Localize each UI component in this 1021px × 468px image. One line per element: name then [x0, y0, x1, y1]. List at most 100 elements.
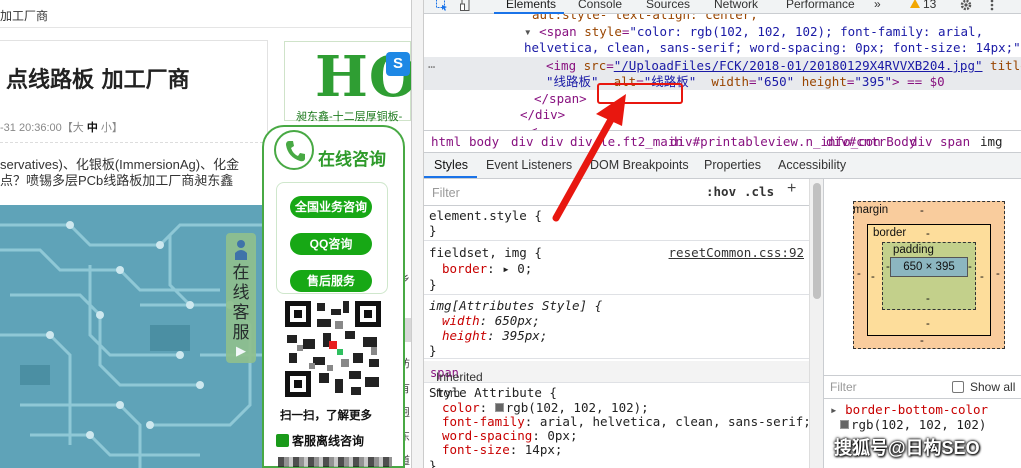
rule-selector: Style Attribute {: [429, 385, 557, 400]
crumb-div[interactable]: div: [541, 134, 564, 149]
ad-caption[interactable]: 昶东鑫-十二层厚铜板-: [296, 108, 402, 124]
device-toolbar-icon[interactable]: [460, 0, 472, 11]
devtools-tab-bar: Elements Console Sources Network Perform…: [424, 0, 1021, 14]
online-consult-panel: 在线咨询 全国业务咨询 QQ咨询 售后服务 扫一扫，了解更多 客服离线咨询: [262, 125, 405, 468]
computed-filter-input[interactable]: Filter: [830, 380, 857, 394]
crumb-div-cntrbody[interactable]: div#cntrBody: [826, 134, 916, 149]
inspect-element-icon[interactable]: [436, 0, 448, 11]
prop-value: : arial, helvetica, clean, sans-serif;: [524, 414, 809, 429]
dom-line-span[interactable]: ▾ <span style="color: rgb(102, 102, 102)…: [524, 24, 983, 41]
phone-small-icon: [276, 434, 289, 447]
crumb-div[interactable]: div: [511, 134, 534, 149]
after-sales-button[interactable]: 售后服务: [290, 270, 372, 292]
font-size-declaration[interactable]: font-size: 14px;: [442, 442, 562, 458]
rule-element-style[interactable]: element.style { }: [424, 206, 809, 241]
rule-style-attribute[interactable]: Style Attribute { color: rgb(102, 102, 1…: [424, 384, 809, 468]
computed-property[interactable]: ▸ border-bottom-color: [830, 402, 988, 417]
crumb-img[interactable]: img: [980, 134, 1003, 149]
tab-console[interactable]: Console: [578, 0, 622, 11]
rule-fieldset-img[interactable]: fieldset, img { resetCommon.css:92 borde…: [424, 242, 809, 295]
margin-label: margin: [853, 204, 889, 216]
computed-pane: margin - - - - border - - - - padding - …: [823, 179, 1021, 468]
class-toggle[interactable]: .cls: [744, 184, 774, 200]
dom-line-span-end[interactable]: </span>: [534, 91, 587, 108]
article-meta: -31 20:36:00【大 中 小】: [0, 119, 123, 135]
color-swatch: [840, 420, 849, 429]
img-height-attr: height: [801, 74, 847, 89]
margin-right-value: -: [996, 268, 1000, 280]
rule-close: }: [429, 277, 437, 292]
stylesheet-link[interactable]: resetCommon.css:92: [669, 245, 804, 261]
span-style-attr: style: [584, 24, 622, 39]
computed-filter-bar: Filter Show all: [824, 375, 1021, 399]
border-declaration[interactable]: border: ▸ 0;: [442, 261, 532, 277]
crumb-div[interactable]: div: [910, 134, 933, 149]
img-src-link[interactable]: "/UploadFiles/FCK/2018-01/20180129X4RVVX…: [614, 58, 983, 73]
tab-accessibility[interactable]: Accessibility: [778, 158, 846, 172]
crumb-span[interactable]: span: [940, 134, 970, 149]
tab-event-listeners[interactable]: Event Listeners: [486, 158, 572, 172]
box-model-content[interactable]: 650 × 395: [890, 257, 968, 277]
tab-properties[interactable]: Properties: [704, 158, 761, 172]
show-all-label[interactable]: Show all: [970, 380, 1015, 394]
breadcrumb[interactable]: 加工厂商: [0, 7, 48, 24]
warnings-counter[interactable]: 13: [910, 0, 936, 11]
gear-icon[interactable]: [960, 0, 972, 11]
rule-attributes-style[interactable]: img[Attributes Style] { width: 650px; he…: [424, 296, 809, 359]
tab-sources[interactable]: Sources: [646, 0, 690, 11]
qq-consult-button[interactable]: QQ咨询: [290, 233, 372, 255]
box-model-margin[interactable]: margin - - - - border - - - - padding - …: [853, 201, 1005, 349]
page-scrollbar[interactable]: [411, 0, 424, 468]
img-height-value: "395": [854, 74, 893, 89]
person-icon: [235, 240, 247, 260]
dom-tree[interactable]: … aut:style- text-align: center; ▾ <span…: [424, 14, 1021, 130]
dom-line-div-end[interactable]: </div>: [520, 107, 565, 124]
dom-line-img[interactable]: <img src="/UploadFiles/FCK/2018-01/20180…: [546, 58, 1021, 75]
kebab-menu-icon[interactable]: [986, 0, 998, 11]
box-model-padding[interactable]: padding - - - 650 × 395: [882, 242, 976, 310]
prop-name: height: [442, 328, 488, 343]
height-declaration[interactable]: height: 395px;: [442, 328, 547, 344]
border-bottom-value: -: [926, 318, 930, 330]
dom-breadcrumb: html body div div div.le.ft2_main div#pr…: [424, 130, 1021, 153]
show-all-checkbox[interactable]: [952, 381, 964, 393]
crumb-html[interactable]: html: [431, 134, 461, 149]
offline-consult-link[interactable]: 客服离线咨询: [276, 432, 364, 449]
online-service-float[interactable]: 在线客服 ▶: [226, 233, 256, 363]
span-end-tag: </span>: [534, 91, 587, 106]
hover-state-toggle[interactable]: :hov: [706, 184, 736, 200]
node-actions-icon[interactable]: …: [428, 56, 435, 73]
img-title-value: "线路板": [546, 74, 599, 89]
prop-name: font-family: [442, 414, 525, 429]
border-left-value: -: [871, 271, 875, 283]
more-tabs-icon[interactable]: »: [874, 0, 881, 11]
tab-dom-breakpoints[interactable]: DOM Breakpoints: [590, 158, 689, 172]
color-swatch[interactable]: [494, 403, 504, 412]
qr-code-icon[interactable]: [283, 299, 383, 399]
crumb-body[interactable]: body: [469, 134, 499, 149]
crumb-div-main[interactable]: div.le.ft2_main: [570, 134, 683, 149]
styles-filter-input[interactable]: Filter: [432, 185, 460, 201]
margin-bottom-value: -: [920, 335, 924, 347]
watermark: 搜狐号@日构SEO: [834, 438, 980, 458]
width-declaration[interactable]: width: 650px;: [442, 313, 540, 329]
tab-network[interactable]: Network: [714, 0, 758, 11]
img-width-attr: width: [711, 74, 749, 89]
prop-name: font-size: [442, 442, 510, 457]
img-width-value: "650": [756, 74, 795, 89]
national-business-consult-button[interactable]: 全国业务咨询: [290, 196, 372, 218]
extension-badge-icon[interactable]: S: [386, 52, 410, 76]
phone-icon: [274, 130, 314, 170]
tab-styles[interactable]: Styles: [434, 158, 468, 172]
font-size-small-link[interactable]: 小】: [101, 122, 123, 134]
tab-elements[interactable]: Elements: [506, 0, 556, 11]
rule-selector: img[Attributes Style] {: [429, 298, 603, 313]
box-model-border[interactable]: border - - - - padding - - - 650 × 395: [867, 224, 991, 336]
styles-scrollbar[interactable]: [809, 179, 823, 468]
tab-performance[interactable]: Performance: [786, 0, 855, 11]
breadcrumb-divider: [0, 27, 411, 28]
scrollbar-thumb[interactable]: [813, 183, 821, 299]
img-tag: <img: [546, 58, 577, 73]
new-rule-button[interactable]: +: [787, 181, 796, 197]
font-size-medium-link[interactable]: 中: [87, 122, 98, 134]
